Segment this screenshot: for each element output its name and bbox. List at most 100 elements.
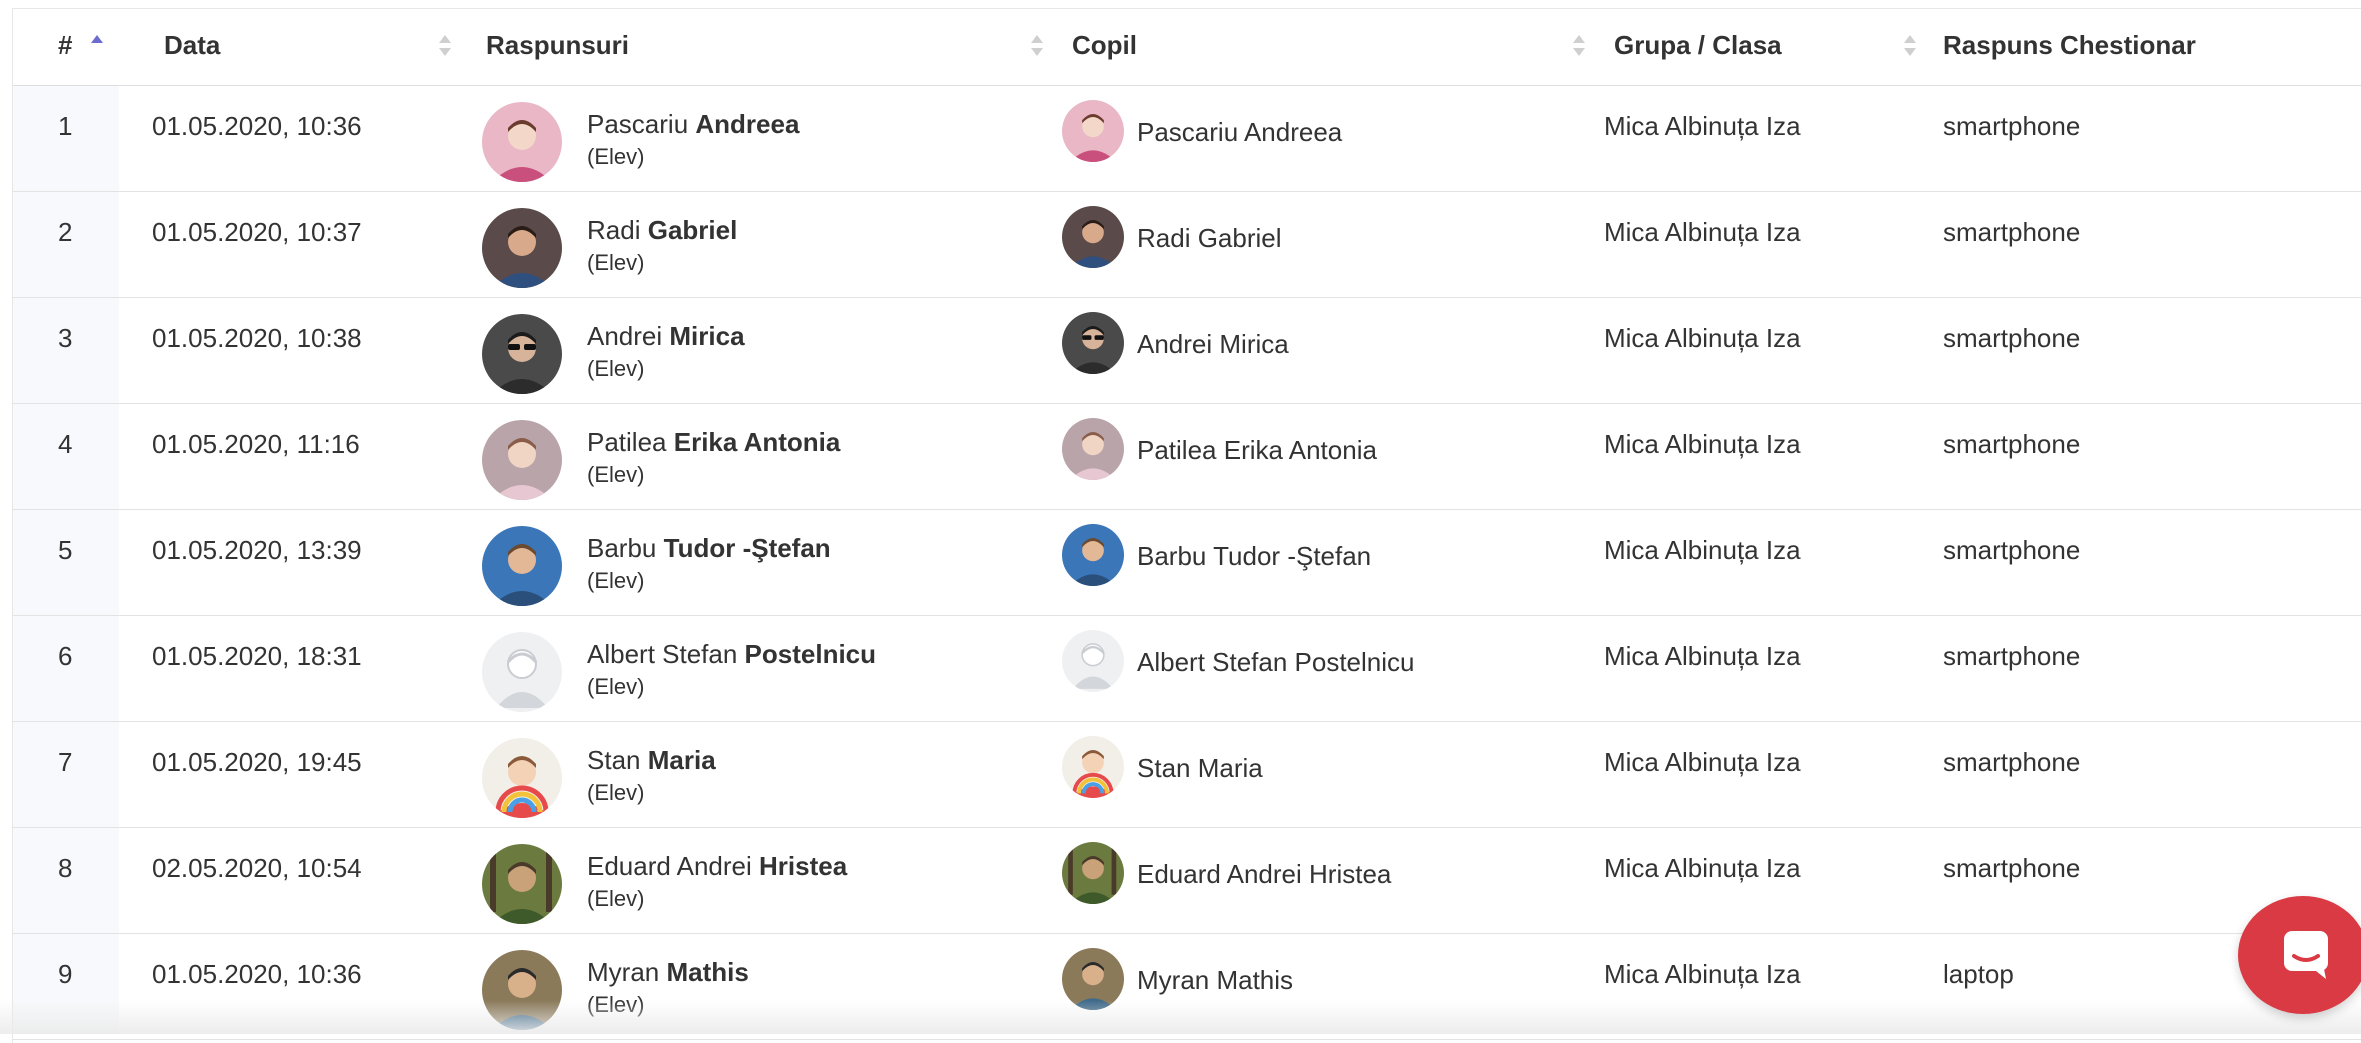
respondent-name[interactable]: Pascariu Andreea xyxy=(587,109,799,140)
sort-toggle-icon[interactable] xyxy=(1572,32,1586,60)
child-name[interactable]: Myran Mathis xyxy=(1137,965,1293,996)
child-avatar[interactable] xyxy=(1062,736,1124,798)
sort-toggle-icon[interactable] xyxy=(1030,32,1044,60)
respondent-avatar[interactable] xyxy=(482,844,562,924)
column-header-index[interactable]: # xyxy=(13,9,120,86)
child-avatar[interactable] xyxy=(1062,312,1124,374)
respondent-avatar[interactable] xyxy=(482,526,562,606)
respondent-name[interactable]: Patilea Erika Antonia xyxy=(587,427,840,458)
respondent-avatar[interactable] xyxy=(482,738,562,818)
child-name[interactable]: Andrei Mirica xyxy=(1137,329,1289,360)
child-avatar[interactable] xyxy=(1062,842,1124,904)
cell-group: Mica Albinuța Iza xyxy=(1594,615,1925,722)
questionnaire-answer: smartphone xyxy=(1943,217,2081,247)
child-name[interactable]: Barbu Tudor -Ştefan xyxy=(1137,541,1371,572)
child-name[interactable]: Patilea Erika Antonia xyxy=(1137,435,1377,466)
child-avatar[interactable] xyxy=(1062,524,1124,586)
respondent-role: (Elev) xyxy=(587,462,645,487)
cell-questionnaire-answer: smartphone xyxy=(1925,509,2361,616)
table-row[interactable]: 3 01.05.2020, 10:38 Andrei Mirica (Elev)… xyxy=(13,297,2361,404)
respondent-avatar[interactable] xyxy=(482,632,562,712)
cell-child: Barbu Tudor -Ştefan xyxy=(1052,509,1594,616)
respondent-first-name: Myran xyxy=(587,957,660,987)
row-date: 01.05.2020, 10:37 xyxy=(152,217,362,247)
column-header-date[interactable]: Data xyxy=(120,9,466,86)
child-name[interactable]: Pascariu Andreea xyxy=(1137,117,1342,148)
respondent-first-name: Albert Stefan xyxy=(587,639,738,669)
cell-date: 01.05.2020, 10:37 xyxy=(120,191,466,298)
respondent-name[interactable]: Albert Stefan Postelnicu xyxy=(587,639,876,670)
cell-questionnaire-answer: smartphone xyxy=(1925,721,2361,828)
cell-responses: Radi Gabriel (Elev) xyxy=(466,191,1052,298)
chat-launcher-button[interactable] xyxy=(2238,896,2361,1014)
respondent-first-name: Pascariu xyxy=(587,109,689,139)
cell-child: Andrei Mirica xyxy=(1052,297,1594,404)
respondent-avatar[interactable] xyxy=(482,420,562,500)
chat-bubble-icon xyxy=(2278,926,2334,982)
cell-group: Mica Albinuța Iza xyxy=(1594,509,1925,616)
respondent-role: (Elev) xyxy=(587,250,645,275)
column-header-label: # xyxy=(58,30,73,60)
child-name[interactable]: Eduard Andrei Hristea xyxy=(1137,859,1391,890)
cell-responses: Barbu Tudor -Ştefan (Elev) xyxy=(466,509,1052,616)
respondent-name[interactable]: Andrei Mirica xyxy=(587,321,745,352)
respondent-name[interactable]: Radi Gabriel xyxy=(587,215,737,246)
cell-date: 01.05.2020, 10:38 xyxy=(120,297,466,404)
row-date: 01.05.2020, 18:31 xyxy=(152,641,362,671)
table-row[interactable]: 7 01.05.2020, 19:45 Stan Maria (Elev) St… xyxy=(13,721,2361,828)
group-name: Mica Albinuța Iza xyxy=(1604,853,1801,883)
respondent-avatar[interactable] xyxy=(482,314,562,394)
group-name: Mica Albinuța Iza xyxy=(1604,959,1801,989)
cell-group: Mica Albinuța Iza xyxy=(1594,85,1925,192)
cell-group: Mica Albinuța Iza xyxy=(1594,403,1925,510)
row-index: 5 xyxy=(58,535,73,565)
respondent-name[interactable]: Eduard Andrei Hristea xyxy=(587,851,847,882)
column-header-child[interactable]: Copil xyxy=(1052,9,1594,86)
sort-toggle-icon[interactable] xyxy=(1903,32,1917,60)
child-name[interactable]: Stan Maria xyxy=(1137,753,1263,784)
questionnaire-answer: smartphone xyxy=(1943,853,2081,883)
respondent-name[interactable]: Stan Maria xyxy=(587,745,716,776)
table-row[interactable]: 6 01.05.2020, 18:31 Albert Stefan Postel… xyxy=(13,615,2361,722)
child-avatar[interactable] xyxy=(1062,206,1124,268)
cell-date: 01.05.2020, 10:36 xyxy=(120,85,466,192)
respondent-name[interactable]: Barbu Tudor -Ştefan xyxy=(587,533,831,564)
column-header-responses[interactable]: Raspunsuri xyxy=(466,9,1052,86)
sort-asc-active-icon[interactable] xyxy=(90,32,104,60)
cell-group: Mica Albinuța Iza xyxy=(1594,721,1925,828)
row-date: 01.05.2020, 13:39 xyxy=(152,535,362,565)
sort-toggle-icon[interactable] xyxy=(438,32,452,60)
respondent-avatar[interactable] xyxy=(482,208,562,288)
cell-index: 8 xyxy=(13,827,120,934)
respondent-last-name: Erika Antonia xyxy=(673,427,841,457)
table-header-row: # Data Raspunsuri Copil Grupa / Clasa Ra… xyxy=(13,9,2361,86)
cell-date: 01.05.2020, 19:45 xyxy=(120,721,466,828)
column-header-questionnaire-answer[interactable]: Raspuns Chestionar xyxy=(1925,9,2361,86)
child-name[interactable]: Radi Gabriel xyxy=(1137,223,1282,254)
row-date: 01.05.2020, 10:38 xyxy=(152,323,362,353)
child-avatar[interactable] xyxy=(1062,418,1124,480)
cell-responses: Patilea Erika Antonia (Elev) xyxy=(466,403,1052,510)
table-row[interactable]: 8 02.05.2020, 10:54 Eduard Andrei Hriste… xyxy=(13,827,2361,934)
cell-group: Mica Albinuța Iza xyxy=(1594,297,1925,404)
cell-child: Patilea Erika Antonia xyxy=(1052,403,1594,510)
table-row[interactable]: 1 01.05.2020, 10:36 Pascariu Andreea (El… xyxy=(13,85,2361,192)
child-avatar[interactable] xyxy=(1062,100,1124,162)
row-index: 6 xyxy=(58,641,73,671)
row-date: 01.05.2020, 11:16 xyxy=(152,429,360,459)
row-index: 2 xyxy=(58,217,73,247)
cell-date: 01.05.2020, 13:39 xyxy=(120,509,466,616)
respondent-last-name: Hristea xyxy=(759,851,848,881)
column-header-group[interactable]: Grupa / Clasa xyxy=(1594,9,1925,86)
table-row[interactable]: 5 01.05.2020, 13:39 Barbu Tudor -Ştefan … xyxy=(13,509,2361,616)
table-row[interactable]: 2 01.05.2020, 10:37 Radi Gabriel (Elev) … xyxy=(13,191,2361,298)
questionnaire-answer: smartphone xyxy=(1943,535,2081,565)
respondent-avatar[interactable] xyxy=(482,102,562,182)
child-avatar[interactable] xyxy=(1062,630,1124,692)
questionnaire-answer: smartphone xyxy=(1943,429,2081,459)
respondent-name[interactable]: Myran Mathis xyxy=(587,957,749,988)
respondent-last-name: Maria xyxy=(647,745,716,775)
column-header-label: Copil xyxy=(1072,30,1137,60)
table-row[interactable]: 4 01.05.2020, 11:16 Patilea Erika Antoni… xyxy=(13,403,2361,510)
child-name[interactable]: Albert Stefan Postelnicu xyxy=(1137,647,1415,678)
